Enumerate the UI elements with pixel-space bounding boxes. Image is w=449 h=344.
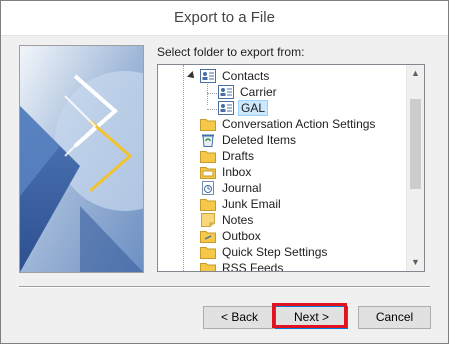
folder-icon	[200, 261, 216, 271]
tree-item-label: Conversation Action Settings	[222, 117, 376, 131]
tree-item-label: Outbox	[222, 229, 261, 243]
tree-item-label: Journal	[222, 181, 262, 195]
tree-item-outbox[interactable]: Outbox	[200, 228, 263, 244]
folder-icon	[200, 117, 216, 131]
tree-item-label: Inbox	[222, 165, 252, 179]
tree-item-label: Contacts	[222, 69, 270, 83]
tree-item-label: Deleted Items	[222, 133, 297, 147]
tree-item-label: Quick Step Settings	[222, 245, 328, 259]
tree-item-label: GAL	[238, 100, 269, 116]
button-divider	[19, 286, 430, 288]
outbox-icon	[200, 229, 216, 243]
export-dialog: Export to a File Select folder to export…	[0, 0, 449, 344]
cancel-button[interactable]: Cancel	[358, 306, 431, 329]
tree-item-label: RSS Feeds	[222, 261, 284, 272]
collapse-triangle-icon[interactable]	[187, 71, 197, 81]
tree-item-contacts[interactable]: Contacts	[187, 68, 271, 84]
journal-icon	[200, 181, 216, 195]
next-button-highlight-box	[272, 303, 347, 328]
tree-item-junk-email[interactable]: Junk Email	[200, 196, 283, 212]
contact-card-icon	[218, 101, 234, 115]
tree-item-conversation-action-settings[interactable]: Conversation Action Settings	[200, 116, 377, 132]
scroll-down-arrow-icon[interactable]: ▼	[407, 254, 424, 271]
tree-item-inbox[interactable]: Inbox	[200, 164, 253, 180]
folder-icon	[200, 197, 216, 211]
tree-item-notes[interactable]: Notes	[200, 212, 255, 228]
tree-scrollbar[interactable]: ▲ ▼	[406, 65, 424, 271]
contacts-icon	[200, 69, 216, 83]
folder-icon	[200, 245, 216, 259]
inbox-icon	[200, 165, 216, 179]
tree-item-rss-feeds[interactable]: RSS Feeds	[200, 260, 285, 272]
folder-icon	[200, 149, 216, 163]
tree-item-label: Junk Email	[222, 197, 281, 211]
notes-icon	[200, 213, 216, 227]
folder-tree[interactable]: Contacts Carrier GAL Conversation Action…	[157, 64, 425, 272]
contact-card-icon	[218, 85, 234, 99]
back-button[interactable]: < Back	[203, 306, 276, 329]
folder-prompt-label: Select folder to export from:	[157, 45, 305, 59]
tree-item-gal[interactable]: GAL	[218, 100, 269, 116]
tree-item-deleted-items[interactable]: Deleted Items	[200, 132, 298, 148]
dialog-title: Export to a File	[1, 1, 448, 36]
tree-item-quick-step-settings[interactable]: Quick Step Settings	[200, 244, 329, 260]
tree-item-label: Notes	[222, 213, 254, 227]
scroll-up-arrow-icon[interactable]: ▲	[407, 65, 424, 82]
scrollbar-thumb[interactable]	[410, 99, 421, 189]
wizard-banner-image	[19, 45, 144, 273]
tree-item-drafts[interactable]: Drafts	[200, 148, 256, 164]
tree-item-label: Drafts	[222, 149, 255, 163]
tree-item-carrier[interactable]: Carrier	[218, 84, 279, 100]
recycle-bin-icon	[200, 133, 216, 147]
tree-item-journal[interactable]: Journal	[200, 180, 263, 196]
tree-item-label: Carrier	[240, 85, 277, 99]
